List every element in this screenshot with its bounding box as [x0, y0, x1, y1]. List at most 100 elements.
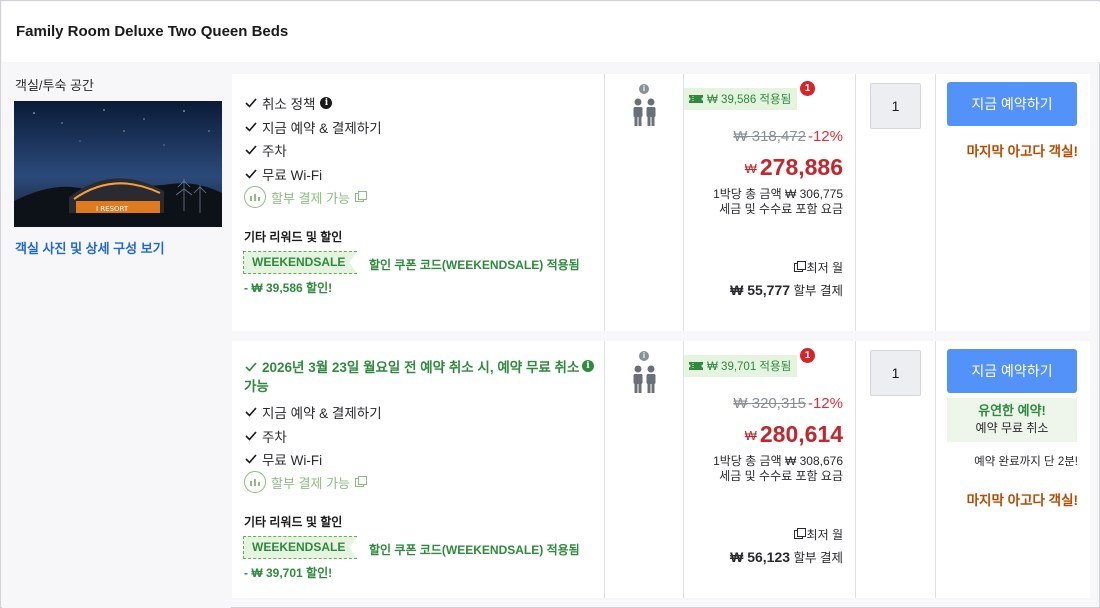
room-quantity-select[interactable]: 1	[870, 83, 921, 129]
book-now-button[interactable]: 지금 예약하기	[947, 82, 1077, 126]
external-link-icon	[354, 190, 367, 202]
coupon-applied-tag: ₩ 39,586 적용됨	[684, 88, 798, 110]
applied-amount: ₩ 39,701 적용됨	[707, 361, 792, 373]
coupon-applied-tag: ₩ 39,701 적용됨	[684, 355, 798, 377]
booking-time-notice: 예약 완료까지 단 2분!	[974, 456, 1078, 468]
photo-sign-text: I RESORT	[96, 205, 129, 213]
installment-label: 할부 결제 가능	[271, 475, 350, 491]
benefit-item: 주차	[244, 140, 287, 160]
installment-icon	[244, 186, 266, 208]
occupancy-cell: i	[605, 341, 684, 598]
last-room-notice: 마지막 아고다 객실!	[966, 493, 1078, 508]
final-price: ₩280,614	[744, 421, 843, 447]
benefit-item: 무료 Wi-Fi	[244, 164, 322, 184]
lowest-monthly-link[interactable]: 최저 월	[793, 259, 843, 276]
discount-text: - ₩ 39,701 할인!	[244, 566, 333, 580]
info-icon[interactable]: i	[639, 351, 649, 361]
price-cell: ₩ 39,701 적용됨 1 ₩ 320,315 -12% ₩280,614 1박…	[684, 341, 856, 598]
quantity-cell: 1	[856, 341, 936, 598]
rewards-title: 기타 리워드 및 할인	[244, 515, 343, 529]
coupon-badge: WEEKENDSALE	[243, 251, 358, 274]
benefit-label: 무료 Wi-Fi	[262, 168, 323, 183]
check-icon	[245, 407, 257, 417]
room-title: Family Room Deluxe Two Queen Beds	[16, 23, 289, 40]
book-now-button[interactable]: 지금 예약하기	[947, 349, 1077, 393]
room-offer-panel: Family Room Deluxe Two Queen Beds 객실/투숙 …	[0, 0, 1100, 608]
monthly-payment: ₩ 56,123 할부 결제	[730, 549, 843, 565]
benefit-label: 주차	[262, 144, 287, 159]
installment-icon	[244, 471, 266, 493]
original-price: ₩ 320,315 -12%	[733, 395, 843, 412]
external-link-icon	[793, 528, 806, 539]
room-info-column: 객실/투숙 공간 I RESORT 객실 사진 및 상세 구성 보기	[2, 62, 231, 608]
check-icon	[245, 98, 257, 108]
benefit-item: 지금 예약 & 결제하기	[244, 402, 382, 422]
tax-note: 세금 및 수수료 포함 요금	[719, 469, 843, 483]
flex-subtitle: 예약 무료 취소	[975, 421, 1049, 435]
per-night-total: 1박당 총 금액 ₩ 306,775	[713, 187, 843, 201]
benefit-item: 무료 Wi-Fi	[244, 449, 322, 469]
room-quantity-select[interactable]: 1	[870, 350, 921, 396]
benefit-item: 취소 정책 i	[244, 93, 333, 113]
coupon-applied-text: 할인 쿠폰 코드(WEEKENDSALE) 적용됨	[369, 258, 580, 272]
person-icon	[633, 98, 656, 126]
coupon-badge: WEEKENDSALE	[243, 536, 358, 559]
tax-note: 세금 및 수수료 포함 요금	[719, 202, 843, 216]
quantity-cell: 1	[856, 74, 936, 331]
last-room-notice: 마지막 아고다 객실!	[966, 144, 1078, 159]
benefit-item: 주차	[244, 426, 287, 446]
installment-option[interactable]: 할부 결제 가능	[244, 186, 367, 208]
count-badge: 1	[800, 348, 815, 363]
monthly-payment: ₩ 55,777 할부 결제	[730, 282, 843, 298]
check-icon	[245, 169, 257, 179]
lowest-monthly-link[interactable]: 최저 월	[793, 526, 843, 543]
installment-label: 할부 결제 가능	[271, 190, 350, 206]
info-icon[interactable]: i	[582, 360, 594, 372]
info-icon[interactable]: i	[639, 84, 649, 94]
booking-cell: 지금 예약하기 유연한 예약! 예약 무료 취소 예약 완료까지 단 2분! 마…	[936, 341, 1090, 598]
benefit-label: 취소 정책	[262, 97, 316, 112]
info-icon[interactable]: i	[320, 97, 333, 109]
benefits-cell: 취소 정책 i 지금 예약 & 결제하기 주차 무료 Wi-Fi 할부 결제 가…	[232, 74, 605, 331]
free-cancellation: 2026년 3월 23일 월요일 전 예약 취소 시, 예약 무료 취소 가능 …	[244, 358, 594, 396]
flex-title: 유연한 예약!	[978, 403, 1046, 418]
room-type-label: 객실/투숙 공간	[15, 78, 94, 93]
benefit-label: 무료 Wi-Fi	[262, 453, 323, 468]
check-icon	[245, 145, 257, 155]
benefit-item: 지금 예약 & 결제하기	[244, 117, 382, 137]
offer-row: 취소 정책 i 지금 예약 & 결제하기 주차 무료 Wi-Fi 할부 결제 가…	[232, 74, 1090, 331]
final-price: ₩278,886	[744, 154, 843, 180]
discount-text: - ₩ 39,586 할인!	[244, 281, 333, 295]
booking-cell: 지금 예약하기 마지막 아고다 객실!	[936, 74, 1090, 331]
price-per-night: 1박당 총 금액 ₩ 306,775 세금 및 수수료 포함 요금	[713, 187, 843, 217]
original-price: ₩ 318,472 -12%	[733, 128, 843, 145]
installment-option[interactable]: 할부 결제 가능	[244, 471, 367, 493]
applied-amount: ₩ 39,586 적용됨	[707, 94, 792, 106]
count-badge: 1	[800, 81, 815, 96]
flexible-booking-box: 유연한 예약! 예약 무료 취소	[947, 398, 1077, 442]
external-link-icon	[354, 475, 367, 487]
occupancy-cell: i	[605, 74, 684, 331]
offer-row: 2026년 3월 23일 월요일 전 예약 취소 시, 예약 무료 취소 가능 …	[232, 341, 1090, 598]
benefit-label: 주차	[262, 430, 287, 445]
external-link-icon	[793, 261, 806, 272]
benefit-label: 지금 예약 & 결제하기	[262, 121, 382, 136]
ticket-icon	[689, 362, 703, 370]
free-cancel-text: 2026년 3월 23일 월요일 전 예약 취소 시, 예약 무료 취소 가능	[244, 360, 580, 394]
per-night-total: 1박당 총 금액 ₩ 308,676	[713, 454, 843, 468]
price-per-night: 1박당 총 금액 ₩ 308,676 세금 및 수수료 포함 요금	[713, 454, 843, 484]
ticket-icon	[689, 95, 703, 103]
room-header: Family Room Deluxe Two Queen Beds	[2, 2, 1100, 62]
person-icon	[633, 365, 656, 393]
room-photos-link[interactable]: 객실 사진 및 상세 구성 보기	[15, 238, 165, 257]
price-cell: ₩ 39,586 적용됨 1 ₩ 318,472 -12% ₩278,886 1박…	[684, 74, 856, 331]
check-icon	[245, 122, 257, 132]
check-icon	[245, 362, 257, 372]
rewards-title: 기타 리워드 및 할인	[244, 230, 343, 244]
check-icon	[245, 454, 257, 464]
benefits-cell: 2026년 3월 23일 월요일 전 예약 취소 시, 예약 무료 취소 가능 …	[232, 341, 605, 598]
room-photo[interactable]: I RESORT	[14, 101, 222, 227]
benefit-label: 지금 예약 & 결제하기	[262, 406, 382, 421]
check-icon	[245, 431, 257, 441]
coupon-applied-text: 할인 쿠폰 코드(WEEKENDSALE) 적용됨	[369, 543, 580, 557]
